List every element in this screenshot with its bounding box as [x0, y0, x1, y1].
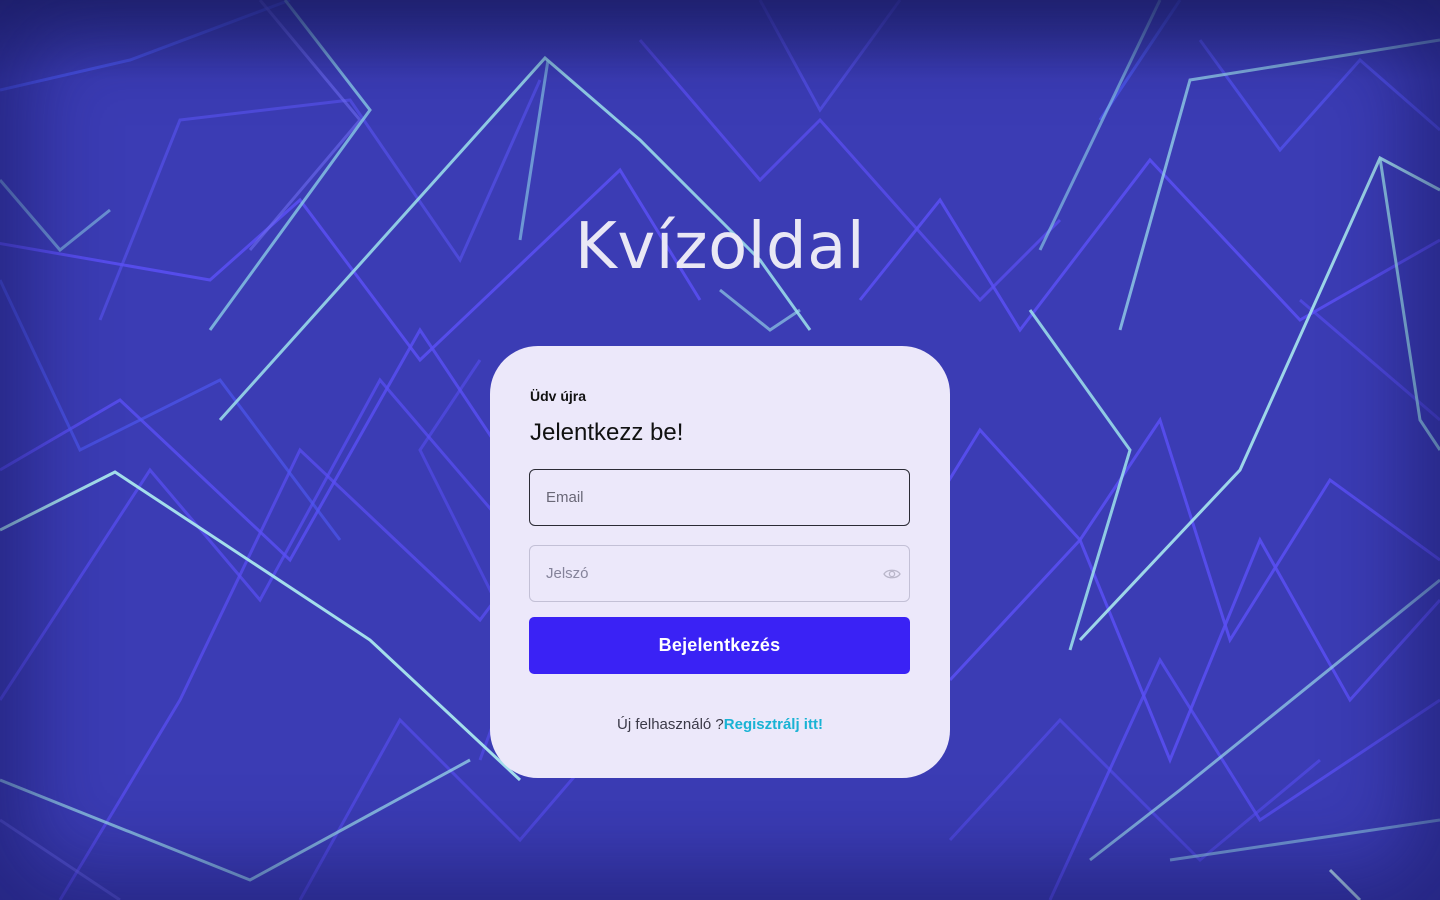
password-field — [529, 545, 910, 602]
email-field — [529, 469, 910, 526]
site-title: Kvízoldal — [574, 210, 866, 284]
new-user-text: Új felhasználó ? — [617, 716, 724, 733]
login-headline: Jelentkezz be! — [530, 419, 684, 446]
email-input[interactable] — [530, 470, 909, 525]
login-button[interactable]: Bejelentkezés — [529, 617, 910, 674]
register-prompt: Új felhasználó ?Regisztrálj itt! — [490, 716, 950, 733]
register-link[interactable]: Regisztrálj itt! — [724, 716, 823, 733]
eye-icon[interactable] — [883, 566, 901, 582]
greeting-text: Üdv újra — [530, 388, 587, 404]
password-input[interactable] — [530, 546, 909, 601]
login-card: Üdv újra Jelentkezz be! Bejelentkezés Új… — [490, 346, 950, 778]
